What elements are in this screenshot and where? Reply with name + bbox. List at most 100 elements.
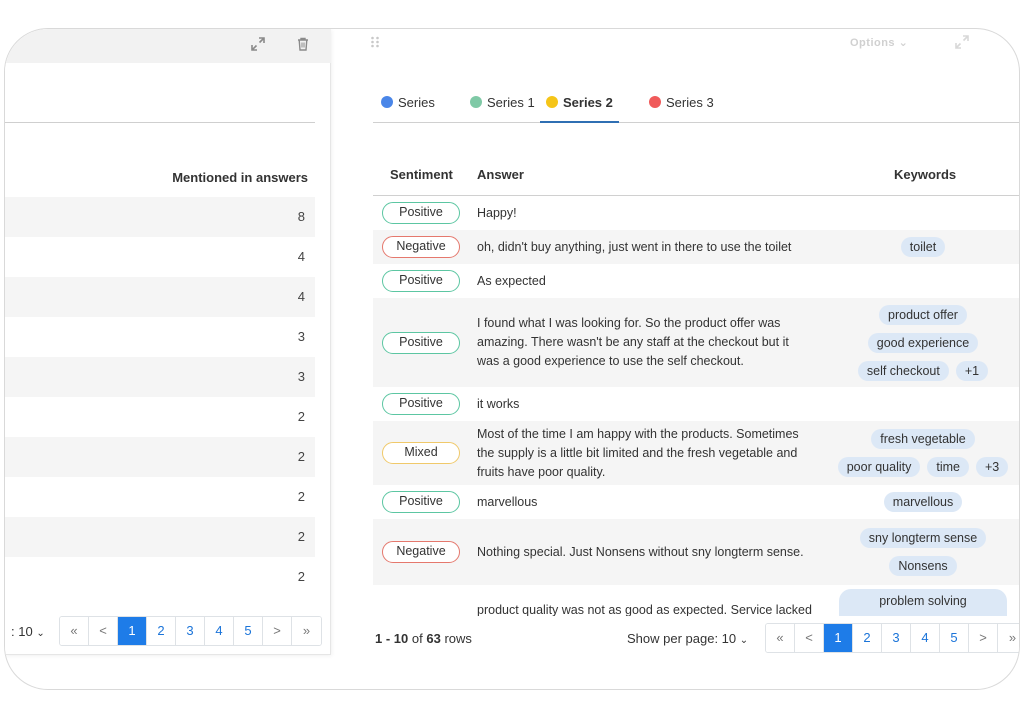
sentiment-badge: Negative [382,236,460,258]
table-row: 3 [5,357,315,397]
answer-line: oh, didn't buy anything, just went in th… [477,239,792,254]
keyword-line: product offer [828,304,1018,325]
options-menu[interactable]: Options ⌄ [850,36,908,49]
drag-handle-icon[interactable] [370,35,380,51]
keyword-line: Nonsens [828,556,1018,576]
keyword-line: toilet [828,237,1018,257]
sentiment-badge: Negative [382,541,460,563]
keywords-cell: problem solving [828,585,1018,616]
pagination-page-button[interactable]: 2 [147,617,176,645]
row-range: 1 - 10 [375,631,409,646]
pagination-page-button[interactable]: 5 [234,617,263,645]
answer-text: product quality was not as good as expec… [477,601,822,616]
mentioned-column-header: Mentioned in answers [172,170,308,185]
more-keywords-chip[interactable]: +3 [975,457,1009,477]
table-row: 2 [5,437,315,477]
tab-series[interactable]: Series 3 [649,93,714,123]
table-row: Positive it works [373,387,1019,421]
answer-column-header: Answer [477,167,524,182]
pagination-page-button[interactable]: 3 [882,624,911,652]
keyword-chip[interactable]: toilet [900,237,946,257]
answer-line: was a good experience to use the self ch… [477,354,744,368]
keyword-chip[interactable]: problem solving [839,589,1007,616]
chevron-down-icon: ⌄ [739,635,749,646]
table-row: 4 [297,249,305,264]
sentiment-badge: Positive [382,393,460,415]
pagination-nav-button[interactable]: > [263,617,292,645]
answer-text: I found what I was looking for. So the p… [477,314,822,371]
left-table-body: 8 4 4 3 3 2 2 2 2 2 [5,197,315,597]
pagination-nav-button[interactable]: « [60,617,89,645]
app-frame: Mentioned in answers 8443322222 : 10 ⌄ «… [4,28,1020,690]
series-tabs: Series Series 1 Series 2 Series 3 [373,93,1019,123]
keyword-line: problem solving [828,589,1018,616]
row-count: 1 - 10 of 63 rows [375,631,472,646]
series-color-dot [381,96,393,108]
per-page-select[interactable]: Show per page: 10 ⌄ [627,631,748,646]
answer-text: Happy! [477,204,822,223]
pagination-nav-button[interactable]: > [969,624,998,652]
keyword-chip[interactable]: sny longterm sense [859,528,987,548]
pagination-page-button[interactable]: 4 [205,617,234,645]
tab-label: Series [398,95,435,110]
keyword-chip[interactable]: product offer [879,304,967,325]
sentiment-badge: Positive [382,202,460,224]
left-widget: Mentioned in answers 8443322222 : 10 ⌄ «… [5,29,331,655]
pagination-nav-button[interactable]: < [89,617,118,645]
tab-series[interactable]: Series [381,93,435,123]
left-per-page-select[interactable]: : 10 ⌄ [11,624,45,639]
answers-table-header: Sentiment Answer Keywords [373,167,1019,196]
expand-icon[interactable] [955,35,969,52]
table-row: 2 [297,569,305,584]
chevron-down-icon: ⌄ [36,628,45,639]
table-row: 4 [5,277,315,317]
table-row: Positive I found what I was looking for. … [373,298,1019,387]
pagination-page-button[interactable]: 3 [176,617,205,645]
keyword-chip[interactable]: time [927,457,969,477]
keyword-chip[interactable]: poor quality [837,457,921,477]
table-row: Negative Nothing special. Just Nonsens wi… [373,519,1019,585]
answer-line: it works [477,396,520,411]
row-of: of [411,631,423,646]
pagination-page-button[interactable]: 4 [911,624,940,652]
pagination-nav-button[interactable]: » [998,624,1019,652]
per-page-label: Show per page: 10 [627,631,737,646]
keyword-line: self checkout +1 [828,360,1018,381]
pagination-nav-button[interactable]: « [766,624,795,652]
table-row: Positive Happy! [373,196,1019,230]
answer-line: Nothing special. Just Nonsens without sn… [477,544,804,559]
tab-series[interactable]: Series 2 [540,93,619,123]
keyword-line: good experience [828,332,1018,353]
pagination-page-button[interactable]: 2 [853,624,882,652]
pagination-page-button[interactable]: 5 [940,624,969,652]
pagination-page-button[interactable]: 1 [118,617,147,645]
sentiment-column-header: Sentiment [390,167,453,182]
keywords-cell: product offer good experience self checkou… [828,298,1018,387]
tab-series[interactable]: Series 1 [470,93,535,123]
pagination-nav-button[interactable]: » [292,617,321,645]
pagination-page-button[interactable]: 1 [824,624,853,652]
table-row: 2 [297,489,305,504]
more-keywords-chip[interactable]: +1 [955,360,989,381]
expand-icon[interactable] [251,37,265,55]
pagination-nav-button[interactable]: < [795,624,824,652]
row-total: 63 [426,631,441,646]
table-row: Negativeproduct quality was not as good … [373,585,1019,616]
table-row: 2 [297,409,305,424]
sentiment-badge: Positive [382,270,460,292]
trash-icon[interactable] [297,37,309,55]
keyword-chip[interactable]: fresh vegetable [871,429,975,449]
keyword-chip[interactable]: self checkout [857,360,949,381]
keyword-chip[interactable]: good experience [867,332,979,353]
right-widget: Options ⌄ Series Series 1 Series 2 Series 3… [345,29,1019,689]
keyword-chip[interactable]: marvellous [883,492,963,512]
table-row: 2 [5,517,315,557]
sentiment-badge: Positive [382,491,460,513]
answer-line: Most of the time I am happy with the pro… [477,426,799,441]
keyword-chip[interactable]: Nonsens [889,556,957,576]
answer-text: As expected [477,272,822,291]
answer-line: fruits have poor quality. [477,464,606,479]
row-word: rows [444,631,472,646]
right-pagination: «<1 2 3 4 5 >» [765,623,1019,653]
answer-text: marvellous [477,493,822,512]
